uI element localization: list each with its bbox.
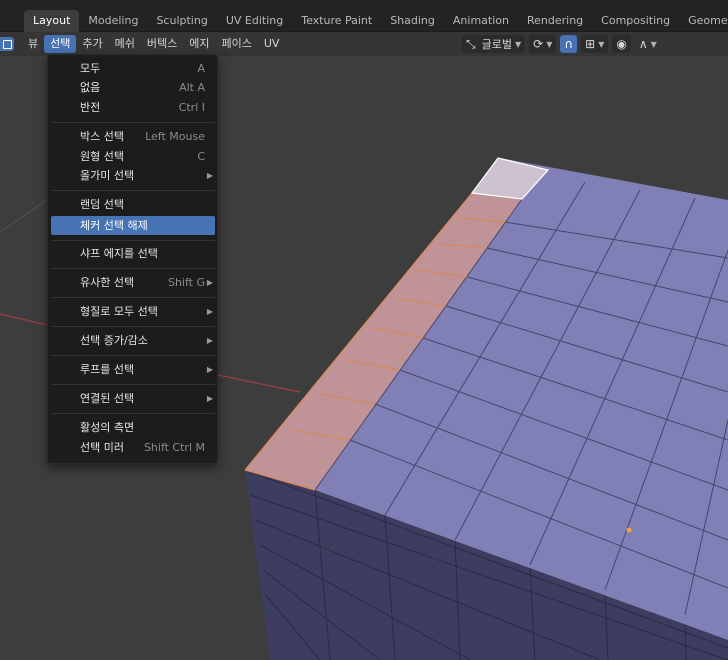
menu-item-none[interactable]: 없음 Alt A [51, 78, 215, 97]
shortcut-label: C [197, 150, 205, 163]
submenu-arrow-icon: ▶ [206, 307, 213, 316]
menu-select[interactable]: 선택 [44, 35, 77, 53]
menu-vertex[interactable]: 버텍스 [141, 35, 183, 53]
chevron-down-icon: ▼ [598, 39, 605, 49]
menu-item-random-select[interactable]: 랜덤 선택 [51, 195, 215, 214]
pivot-point-icon: ⟳ [533, 37, 544, 51]
falloff-curve-icon: ∧ [638, 37, 648, 51]
snap-toggle[interactable]: ∩ [560, 35, 578, 53]
tab-shading[interactable]: Shading [381, 10, 444, 32]
menu-item-label: 형질로 모두 선택 [80, 305, 158, 318]
menu-item-select-loops[interactable]: 루프를 선택 ▶ [51, 360, 215, 379]
proportional-edit-toggle[interactable]: ◉ [612, 35, 631, 53]
tab-animation[interactable]: Animation [444, 10, 518, 32]
menu-mesh[interactable]: 메쉬 [109, 35, 141, 53]
header-menu: 뷰 선택 추가 메쉬 버텍스 에지 페이스 UV [22, 35, 285, 53]
orientation-label: 글로벌 [481, 38, 512, 51]
menu-separator [51, 122, 215, 123]
chevron-down-icon: ▼ [514, 39, 522, 49]
menu-item-label: 없음 [80, 81, 101, 94]
menu-item-circle-select[interactable]: 원형 선택 C [51, 147, 215, 166]
magnet-snap-icon: ∩ [564, 37, 574, 51]
menu-face[interactable]: 페이스 [216, 35, 258, 53]
menu-item-label: 유사한 선택 [80, 276, 135, 289]
menu-separator [51, 413, 215, 414]
menu-item-invert[interactable]: 반전 Ctrl I [51, 98, 215, 117]
menu-item-label: 랜덤 선택 [80, 198, 124, 211]
menu-separator [51, 190, 215, 191]
menu-item-label: 활성의 측면 [80, 421, 135, 434]
select-menu: 모두 A 없음 Alt A 반전 Ctrl I 박스 선택 Left Mouse… [47, 54, 218, 464]
menu-item-select-all-by-trait[interactable]: 형질로 모두 선택 ▶ [51, 302, 215, 321]
menu-item-side-of-active[interactable]: 활성의 측면 [51, 418, 215, 437]
tab-sculpting[interactable]: Sculpting [147, 10, 216, 32]
transform-orientation-dropdown[interactable]: ⤡ 글로벌 ▼ [462, 35, 526, 53]
submenu-arrow-icon: ▶ [206, 394, 213, 403]
menu-separator [51, 384, 215, 385]
menu-item-label: 샤프 에지를 선택 [80, 247, 158, 260]
editor-type-button[interactable] [0, 37, 14, 51]
shortcut-label: A [197, 62, 205, 75]
pivot-point-dropdown[interactable]: ⟳ ▼ [529, 35, 557, 53]
menu-item-label: 모두 [80, 62, 101, 75]
menu-item-select-sharp-edges[interactable]: 샤프 에지를 선택 [51, 244, 215, 263]
shortcut-label: Shift G [167, 276, 205, 289]
tab-geometry-nodes[interactable]: Geometry No [679, 10, 728, 32]
menu-item-label: 선택 증가/감소 [80, 334, 148, 347]
menu-item-label: 박스 선택 [80, 130, 124, 143]
snap-increment-icon: ⊞ [585, 37, 596, 51]
menu-edge[interactable]: 에지 [183, 35, 215, 53]
menu-item-label: 연결된 선택 [80, 392, 135, 405]
menu-separator [51, 326, 215, 327]
menu-item-select-linked[interactable]: 연결된 선택 ▶ [51, 389, 215, 408]
tab-uv-editing[interactable]: UV Editing [217, 10, 292, 32]
menu-item-select-more-less[interactable]: 선택 증가/감소 ▶ [51, 331, 215, 350]
tab-texture-paint[interactable]: Texture Paint [292, 10, 381, 32]
viewport-header: 뷰 선택 추가 메쉬 버텍스 에지 페이스 UV ⤡ 글로벌 ▼ ⟳ ▼ ∩ ⊞ [0, 32, 728, 56]
shortcut-label: Alt A [179, 81, 205, 94]
submenu-arrow-icon: ▶ [206, 171, 213, 180]
tab-rendering[interactable]: Rendering [518, 10, 592, 32]
falloff-dropdown[interactable]: ∧ ▼ [635, 35, 661, 53]
menu-item-label: 반전 [80, 101, 101, 114]
blender-window: Layout Modeling Sculpting UV Editing Tex… [0, 0, 728, 660]
menu-item-label: 루프를 선택 [80, 363, 135, 376]
shortcut-label: Left Mouse [145, 130, 205, 143]
submenu-arrow-icon: ▶ [206, 365, 213, 374]
snap-target-dropdown[interactable]: ⊞ ▼ [581, 35, 609, 53]
menu-view[interactable]: 뷰 [22, 35, 44, 53]
menu-separator [51, 355, 215, 356]
menu-item-label: 원형 선택 [80, 150, 124, 163]
menu-item-label: 체커 선택 해제 [80, 219, 148, 232]
menu-uv[interactable]: UV [258, 35, 286, 53]
tab-compositing[interactable]: Compositing [592, 10, 679, 32]
menu-item-select-mirror[interactable]: 선택 미러 Shift Ctrl M [51, 438, 215, 457]
submenu-arrow-icon: ▶ [206, 278, 213, 287]
tab-layout[interactable]: Layout [24, 10, 80, 32]
chevron-down-icon: ▼ [650, 39, 657, 49]
menu-add[interactable]: 추가 [76, 35, 108, 53]
menu-item-all[interactable]: 모두 A [51, 59, 215, 78]
chevron-down-icon: ▼ [546, 39, 553, 49]
transform-orientation-icon: ⤡ [466, 37, 476, 51]
menu-separator [51, 268, 215, 269]
object-origin [626, 527, 632, 533]
submenu-arrow-icon: ▶ [206, 336, 213, 345]
menu-item-lasso-select[interactable]: 올가미 선택 ▶ [51, 166, 215, 185]
menu-separator [51, 240, 215, 241]
shortcut-label: Shift Ctrl M [143, 441, 205, 454]
shortcut-label: Ctrl I [178, 101, 205, 114]
menu-item-label: 올가미 선택 [80, 169, 135, 182]
menu-item-label: 선택 미러 [80, 441, 124, 454]
menu-item-box-select[interactable]: 박스 선택 Left Mouse [51, 127, 215, 146]
workspace-tabs: Layout Modeling Sculpting UV Editing Tex… [24, 10, 728, 32]
header-tools: ⤡ 글로벌 ▼ ⟳ ▼ ∩ ⊞ ▼ ◉ ∧ ▼ [462, 35, 665, 53]
proportional-edit-icon: ◉ [616, 37, 627, 51]
workspace-bar: Layout Modeling Sculpting UV Editing Tex… [0, 0, 728, 32]
menu-item-select-similar[interactable]: 유사한 선택 Shift G ▶ [51, 273, 215, 292]
menu-item-checker-deselect[interactable]: 체커 선택 해제 [51, 216, 215, 235]
menu-separator [51, 297, 215, 298]
tab-modeling[interactable]: Modeling [79, 10, 147, 32]
